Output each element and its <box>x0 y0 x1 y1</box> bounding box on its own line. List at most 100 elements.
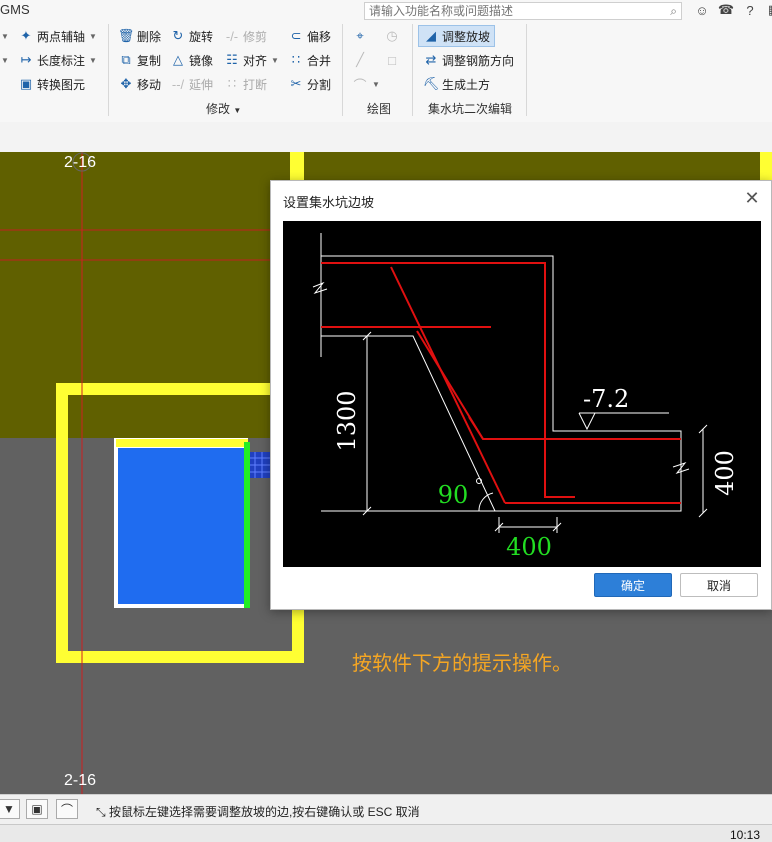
length-dim-label: 长度标注 <box>37 53 86 68</box>
selected-edge[interactable] <box>244 442 250 608</box>
screen-icon: ▣ <box>31 802 43 816</box>
resize-arrow-icon: ⤡ <box>96 805 106 819</box>
convert-icon: ▣ <box>19 76 33 91</box>
extend-button[interactable]: --/ 延伸 <box>170 74 213 94</box>
merge-label: 合并 <box>307 53 332 68</box>
draw-arc-button[interactable]: ⌒ ▼ <box>352 74 379 94</box>
trash-icon: 🗑 <box>117 28 135 43</box>
aux-dropdown-2[interactable]: ▼ <box>0 50 9 70</box>
delete-button[interactable]: 🗑 删除 <box>118 26 161 46</box>
depth-value: 1300 <box>333 390 361 451</box>
align-button[interactable]: ☷ 对齐 ▼ <box>224 50 279 70</box>
hint-text: 按软件下方的提示操作。 <box>352 651 572 675</box>
user-icon[interactable]: ☺ <box>694 2 710 18</box>
status-dropdown-button[interactable]: ▼ <box>0 799 20 819</box>
adjust-rebar-dir-label: 调整钢筋方向 <box>442 53 515 68</box>
break-button[interactable]: ∷ 打断 <box>224 74 267 94</box>
calendar-icon[interactable]: ▦ <box>766 2 772 18</box>
close-icon[interactable]: ✕ <box>741 187 763 209</box>
top-icons: ☺ ☎ ? ▦ <box>694 2 772 18</box>
dropdown-arrow-icon: ▼ <box>233 106 242 115</box>
merge-button[interactable]: ∷ 合并 <box>288 50 331 70</box>
draw-group-label: 绘图 <box>367 102 392 116</box>
copy-icon: ⧉ <box>121 52 131 67</box>
mirror-button[interactable]: △ 镜像 <box>170 50 213 70</box>
concrete-outline <box>320 233 682 512</box>
aux-dropdown-1[interactable]: ▼ <box>0 26 9 46</box>
axis-label-bottom: 2-16 <box>64 772 97 789</box>
arc-icon: ⌒ <box>353 77 367 93</box>
elevation-triangle-icon <box>578 412 596 431</box>
rebar-bottom-1 <box>468 416 681 440</box>
draw-rect-button[interactable]: □ <box>384 50 400 70</box>
modify-group-text: 修改 <box>206 102 231 116</box>
thickness-value: 400 <box>711 450 739 496</box>
crosshair-icon: ⌖ <box>356 28 364 43</box>
adjust-slope-label: 调整放坡 <box>442 29 491 44</box>
copy-button[interactable]: ⧉ 复制 <box>118 50 161 70</box>
offset-icon: ⊂ <box>290 28 302 43</box>
line-icon: ╱ <box>356 52 364 67</box>
move-label: 移动 <box>137 77 162 92</box>
break-symbol <box>312 281 328 295</box>
draw-line-button[interactable]: ╱ <box>352 50 368 70</box>
arc-icon: ⌒ <box>60 802 73 817</box>
width-dim-ticks <box>494 517 562 533</box>
two-point-axis-button[interactable]: ✦ 两点辅轴 ▼ <box>18 26 97 46</box>
taskbar-clock: 10:13 <box>730 828 761 842</box>
copy-label: 复制 <box>137 53 162 68</box>
dropdown-arrow-icon: ▼ <box>1 31 9 41</box>
slope-dialog: 设置集水坑边坡 ✕ 1300 -7.2 400 400 90 确定 取消 <box>270 180 772 610</box>
slope-icon: ◢ <box>426 28 436 43</box>
adjust-slope-button[interactable]: ◢ 调整放坡 <box>418 25 496 47</box>
search-icon[interactable]: ⌕ <box>670 4 677 19</box>
move-button[interactable]: ✥ 移动 <box>118 74 161 94</box>
status-bar: ▼ ▣ ⌒ ⤡ 按鼠标左键选择需要调整放坡的边,按右键确认或 ESC 取消 <box>0 794 772 825</box>
rotate-button[interactable]: ↻ 旋转 <box>170 26 213 46</box>
taskbar: 10:13 <box>0 824 772 842</box>
ribbon-separator <box>108 24 109 116</box>
move-icon: ✥ <box>120 76 132 91</box>
cancel-button[interactable]: 取消 <box>680 573 758 597</box>
clock-icon: ◷ <box>386 28 398 43</box>
modify-group-label[interactable]: 修改 ▼ <box>206 100 241 117</box>
axis-label-top: 2-16 <box>64 154 97 171</box>
slope-preview: 1300 -7.2 400 400 90 <box>283 221 761 567</box>
mirror-icon: △ <box>173 52 183 67</box>
search-input[interactable] <box>365 3 663 19</box>
generate-earthwork-label: 生成土方 <box>442 77 491 92</box>
headset-icon[interactable]: ☎ <box>718 2 734 18</box>
draw-clock-button[interactable]: ◷ <box>384 26 400 46</box>
draw-point-button[interactable]: ⌖ <box>352 26 368 46</box>
split-label: 分割 <box>307 77 332 92</box>
extend-label: 延伸 <box>189 77 214 92</box>
toolbar-strip <box>0 122 772 153</box>
break-label: 打断 <box>243 77 268 92</box>
status-hint: ⤡ 按鼠标左键选择需要调整放坡的边,按右键确认或 ESC 取消 <box>96 803 420 820</box>
adjust-rebar-dir-button[interactable]: ⇄ 调整钢筋方向 <box>423 50 514 70</box>
generate-earthwork-button[interactable]: ⛏ 生成土方 <box>423 74 490 94</box>
trim-button[interactable]: -/- 修剪 <box>224 26 267 46</box>
two-point-axis-label: 两点辅轴 <box>37 29 86 44</box>
convert-element-button[interactable]: ▣ 转换图元 <box>18 74 85 94</box>
status-hint-text: 按鼠标左键选择需要调整放坡的边,按右键确认或 ESC 取消 <box>108 805 420 819</box>
rotate-label: 旋转 <box>189 29 214 44</box>
status-arc-button[interactable]: ⌒ <box>56 799 78 819</box>
dropdown-arrow-icon: ▼ <box>1 55 9 65</box>
search-box[interactable]: ⌕ <box>364 2 682 20</box>
length-dim-button[interactable]: ↦ 长度标注 ▼ <box>18 50 97 70</box>
offset-button[interactable]: ⊂ 偏移 <box>288 26 331 46</box>
break-symbol-right <box>672 461 690 475</box>
split-button[interactable]: ✂ 分割 <box>288 74 331 94</box>
rectangle-icon: □ <box>388 52 396 68</box>
elevation-value: -7.2 <box>583 385 629 413</box>
sump-pit[interactable] <box>118 448 246 604</box>
rotate-icon: ↻ <box>172 28 184 43</box>
ok-button[interactable]: 确定 <box>594 573 672 597</box>
angle-value[interactable]: 90 <box>438 481 469 509</box>
axis-icon: ✦ <box>20 28 32 43</box>
split-icon: ✂ <box>290 76 302 91</box>
status-tool-button[interactable]: ▣ <box>26 799 48 819</box>
question-icon[interactable]: ? <box>742 2 758 18</box>
dimension-icon: ↦ <box>20 52 32 67</box>
